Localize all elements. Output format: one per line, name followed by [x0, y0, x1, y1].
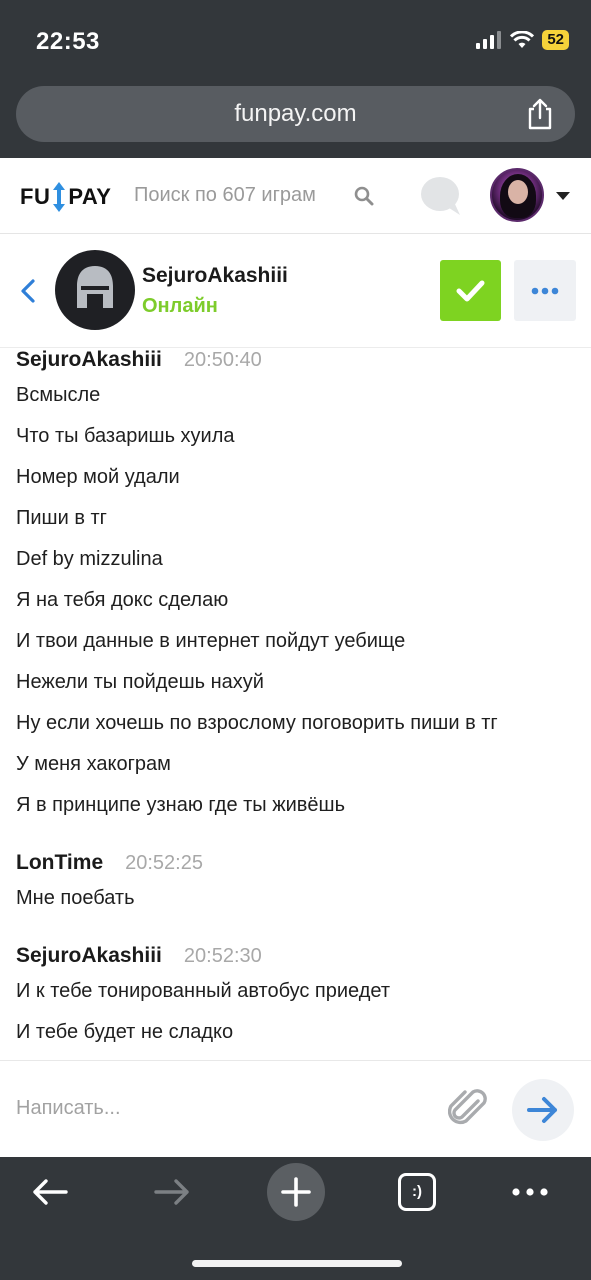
- message-author[interactable]: SejuroAkashiii: [16, 944, 162, 968]
- message-author[interactable]: SejuroAkashiii: [16, 348, 162, 372]
- address-bar[interactable]: funpay.com: [16, 86, 575, 142]
- search-input[interactable]: Поиск по 607 играм: [134, 184, 316, 207]
- cellular-signal-icon: [476, 31, 502, 49]
- plus-icon: [281, 1177, 311, 1207]
- url-text[interactable]: funpay.com: [16, 86, 575, 142]
- back-icon[interactable]: [18, 278, 38, 304]
- spartan-helmet-icon: [77, 266, 113, 312]
- message-text: Я на тебя докс сделаю: [16, 589, 229, 611]
- browser-toolbar: :): [0, 1157, 591, 1280]
- logo-arrows-icon: [53, 182, 66, 212]
- message-text: Я в принципе узнаю где ты живёшь: [16, 794, 345, 816]
- message-text: И к тебе тонированный автобус приедет: [16, 980, 391, 1002]
- logo-text-right: PAY: [68, 184, 112, 209]
- wifi-icon: [510, 31, 535, 48]
- message-text: И тебе будет не сладко: [16, 1021, 234, 1043]
- message-text: Мне поебать: [16, 887, 135, 909]
- message-meta: SejuroAkashiii 20:52:30: [0, 944, 591, 970]
- chat-header: SejuroAkashiii Онлайн: [0, 234, 591, 348]
- battery-indicator: 52: [542, 30, 569, 50]
- chevron-down-icon[interactable]: [556, 192, 570, 200]
- tabs-button[interactable]: :): [398, 1173, 436, 1211]
- chat-user-name[interactable]: SejuroAkashiii: [142, 264, 288, 288]
- ellipsis-icon: [531, 287, 559, 295]
- arrow-right-icon: [527, 1097, 557, 1123]
- message-text: Пиши в тг: [16, 507, 107, 529]
- message-meta: SejuroAkashiii 20:50:40: [0, 348, 591, 374]
- back-arrow-icon[interactable]: [30, 1177, 70, 1207]
- message-meta: LonTime 20:52:25: [0, 851, 591, 877]
- send-button[interactable]: [512, 1079, 574, 1141]
- my-avatar[interactable]: [490, 168, 544, 222]
- message-author[interactable]: LonTime: [16, 851, 103, 875]
- forward-arrow-icon[interactable]: [152, 1177, 192, 1207]
- user-avatar[interactable]: [55, 250, 135, 330]
- message-input[interactable]: [16, 1097, 416, 1120]
- chat-bubble-icon[interactable]: [420, 176, 462, 216]
- message-group: SejuroAkashiii 20:50:40 Всмысле Что ты б…: [0, 348, 591, 826]
- checkmark-icon: [456, 280, 485, 302]
- message-text: Ну если хочешь по взрослому поговорить п…: [16, 712, 498, 734]
- message-text: И твои данные в интернет пойдут уебище: [16, 630, 406, 652]
- message-time: 20:50:40: [183, 349, 262, 371]
- search-icon[interactable]: [354, 186, 374, 206]
- home-indicator[interactable]: [192, 1260, 402, 1267]
- message-group: SejuroAkashiii 20:52:30 И к тебе тониров…: [0, 944, 591, 1053]
- browser-top-chrome: 22:53 52 funpay.com: [0, 0, 591, 158]
- share-icon[interactable]: [525, 98, 555, 130]
- status-icons: 52: [476, 30, 569, 50]
- message-text: У меня хакограм: [16, 753, 171, 775]
- online-status: Онлайн: [142, 295, 218, 317]
- message-text: Всмысле: [16, 384, 101, 406]
- message-text: Нежели ты пойдешь нахуй: [16, 671, 264, 693]
- new-tab-button[interactable]: [267, 1163, 325, 1221]
- avatar-face-shape: [508, 180, 528, 204]
- logo-text-left: FU: [20, 184, 51, 209]
- message-time: 20:52:25: [125, 852, 203, 874]
- message-group: LonTime 20:52:25 Мне поебать: [0, 851, 591, 919]
- confirm-button[interactable]: [440, 260, 501, 321]
- message-text: Что ты базаришь хуила: [16, 425, 235, 447]
- paperclip-icon[interactable]: [448, 1087, 488, 1131]
- message-composer: [0, 1060, 591, 1157]
- more-options-button[interactable]: [514, 260, 576, 321]
- funpay-logo[interactable]: FU PAY: [20, 180, 111, 214]
- message-time: 20:52:30: [183, 945, 262, 967]
- message-text: Номер мой удали: [16, 466, 180, 488]
- message-list[interactable]: SejuroAkashiii 20:50:40 Всмысле Что ты б…: [0, 348, 591, 1060]
- status-time: 22:53: [36, 28, 100, 55]
- ellipsis-icon[interactable]: [510, 1185, 550, 1199]
- message-text: Def by mizzulina: [16, 548, 163, 570]
